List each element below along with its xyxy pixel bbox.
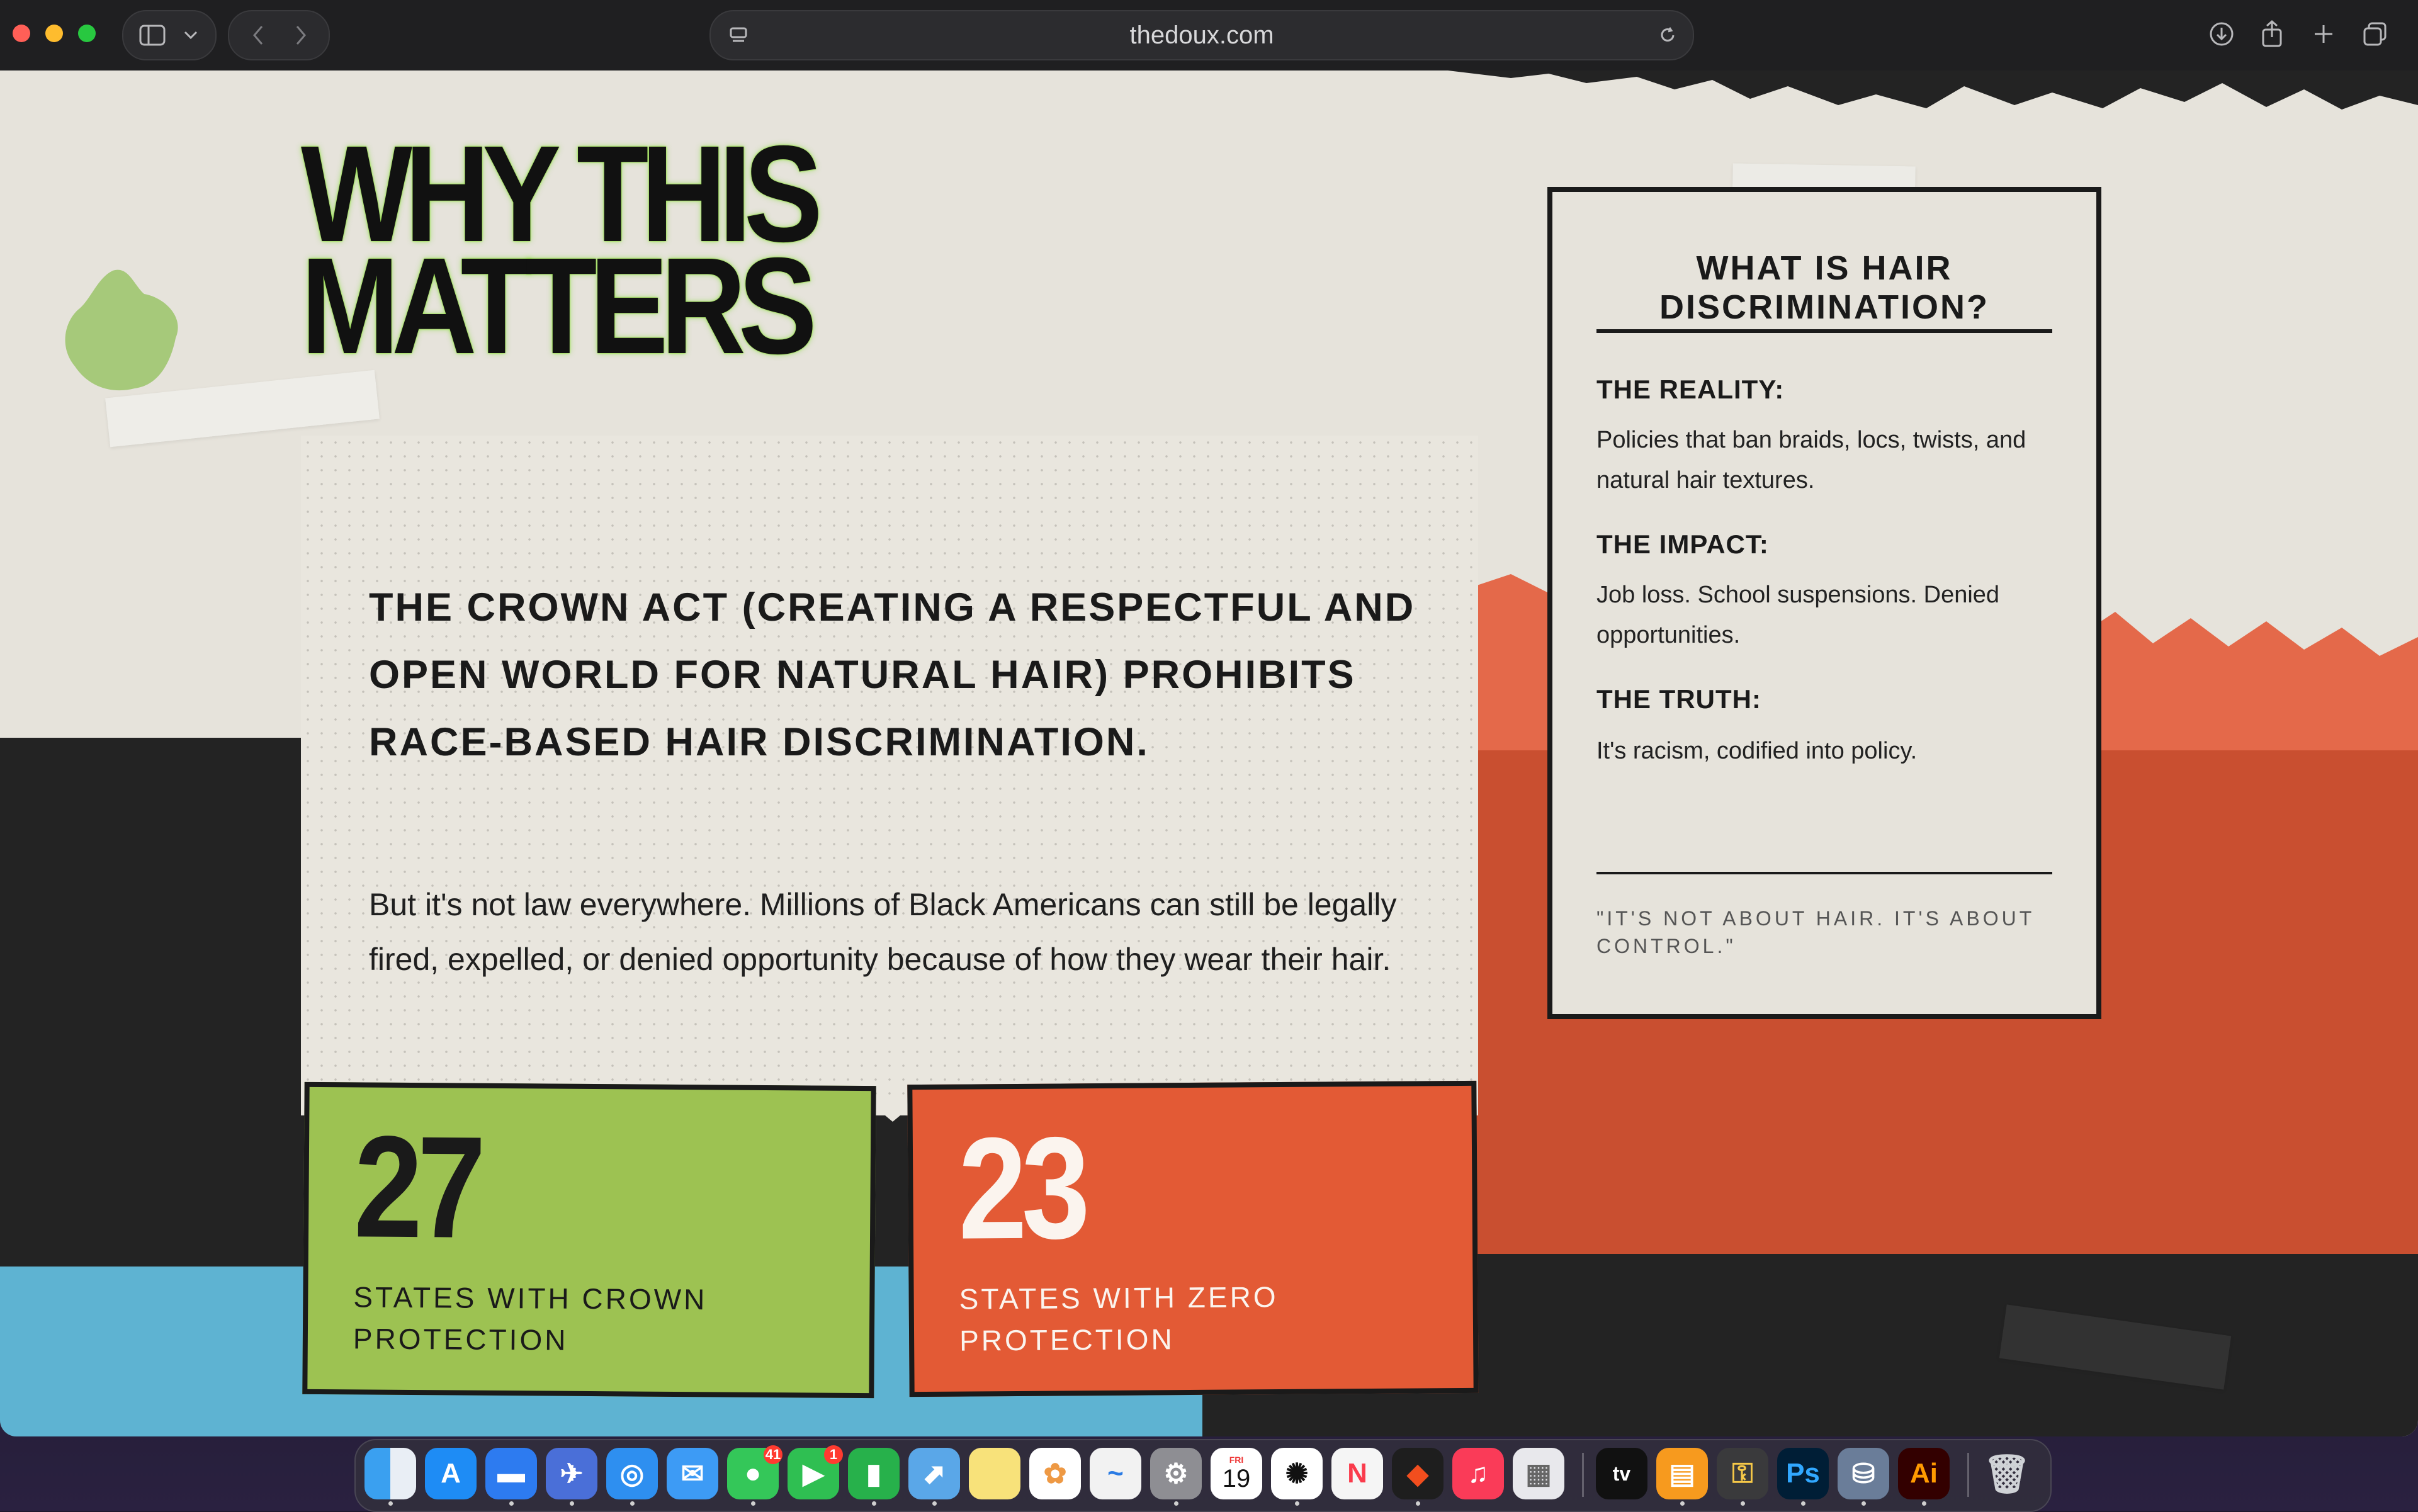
app-store-icon[interactable]: A bbox=[425, 1448, 477, 1499]
reality-label: THE REALITY: bbox=[1596, 375, 1785, 404]
impact-text: Job loss. School suspensions. Denied opp… bbox=[1596, 582, 2000, 648]
page-title-text: WHY THIS MATTERS bbox=[301, 118, 823, 383]
notes-icon[interactable] bbox=[969, 1448, 1020, 1499]
close-window-button[interactable] bbox=[13, 25, 30, 42]
truth-text: It's racism, codified into policy. bbox=[1596, 738, 1918, 764]
photoshop-label: Ps bbox=[1786, 1458, 1820, 1489]
divider bbox=[1596, 329, 2052, 333]
browser-toolbar: thedoux.com bbox=[0, 0, 2418, 71]
calendar-day: FRI bbox=[1229, 1455, 1244, 1465]
info-box-quote: "IT'S NOT ABOUT HAIR. IT'S ABOUT CONTROL… bbox=[1596, 907, 2035, 957]
books-icon[interactable]: ▤ bbox=[1656, 1448, 1708, 1506]
new-tab-plus-icon[interactable] bbox=[2300, 10, 2347, 58]
mail-icon[interactable]: ✉ bbox=[667, 1448, 718, 1499]
apple-tv-icon[interactable]: tv bbox=[1596, 1448, 1647, 1499]
reload-icon[interactable] bbox=[1649, 11, 1686, 59]
numbers-icon[interactable]: ▮ bbox=[848, 1448, 900, 1506]
apple-tv-label: tv bbox=[1612, 1462, 1631, 1485]
crown-act-body: But it's not law everywhere. Millions of… bbox=[369, 887, 1397, 977]
freeform-icon[interactable]: ~ bbox=[1090, 1448, 1141, 1499]
torn-paper-edge-top bbox=[1070, 71, 2418, 110]
truth-label: THE TRUTH: bbox=[1596, 684, 1761, 714]
disk-utility-icon[interactable]: ⛁ bbox=[1838, 1448, 1889, 1506]
chevron-down-icon[interactable] bbox=[175, 11, 206, 59]
stat-label: STATES WITH CROWN PROTECTION bbox=[353, 1280, 708, 1357]
divider bbox=[1596, 872, 2052, 874]
news-icon[interactable]: N bbox=[1331, 1448, 1383, 1499]
calendar-date: 19 bbox=[1222, 1465, 1251, 1492]
back-arrow-icon[interactable] bbox=[238, 11, 278, 59]
system-settings-icon[interactable]: ⚙ bbox=[1150, 1448, 1202, 1506]
stat-value: 27 bbox=[353, 1105, 481, 1268]
reality-text: Policies that ban braids, locs, twists, … bbox=[1596, 427, 2026, 494]
info-box-title: WHAT IS HAIR DISCRIMINATION? bbox=[1659, 249, 1989, 326]
maps-icon[interactable]: ⬈ bbox=[908, 1448, 960, 1506]
stat-card-unprotected: 23 STATES WITH ZERO PROTECTION bbox=[907, 1080, 1479, 1397]
illustrator-icon[interactable]: Ai bbox=[1898, 1448, 1950, 1506]
stat-value: 23 bbox=[958, 1107, 1085, 1270]
music-icon[interactable]: ♫ bbox=[1452, 1448, 1504, 1499]
dock: A ▬ ✈ ◎ ✉ ● 41 ▶ 1 ▮ ⬈ ✿ ~ ⚙ FRI 19 ✺ N ◆ … bbox=[354, 1439, 2052, 1512]
messages-icon[interactable]: ● 41 bbox=[727, 1445, 782, 1506]
facetime-icon[interactable]: ▶ 1 bbox=[788, 1445, 843, 1499]
dock-separator bbox=[1582, 1453, 1584, 1497]
facetime-badge: 1 bbox=[824, 1445, 843, 1464]
sidebar-icon[interactable] bbox=[132, 11, 172, 59]
page-title: WHY THIS MATTERS bbox=[301, 126, 823, 375]
browser-window: thedoux.com WHY THIS MATTERS THE CROWN A… bbox=[0, 0, 2418, 1436]
photoshop-icon[interactable]: Ps bbox=[1777, 1448, 1829, 1506]
calendar-icon[interactable]: FRI 19 bbox=[1211, 1448, 1262, 1499]
messages-badge: 41 bbox=[764, 1445, 782, 1464]
figma-icon[interactable]: ◆ bbox=[1392, 1448, 1443, 1506]
address-bar[interactable]: thedoux.com bbox=[709, 10, 1694, 60]
hair-discrimination-info-box: WHAT IS HAIR DISCRIMINATION? THE REALITY… bbox=[1547, 187, 2101, 1019]
maximize-window-button[interactable] bbox=[78, 25, 96, 42]
sidebar-toggle-group bbox=[122, 10, 217, 60]
tab-overview-icon[interactable] bbox=[2352, 10, 2398, 58]
chatgpt-icon[interactable]: ✺ bbox=[1271, 1448, 1323, 1506]
mail-send-icon[interactable]: ✈ bbox=[546, 1448, 597, 1506]
forward-arrow-icon[interactable] bbox=[281, 11, 321, 59]
photos-icon[interactable]: ✿ bbox=[1029, 1448, 1081, 1499]
web-page: WHY THIS MATTERS THE CROWN ACT (CREATING … bbox=[0, 71, 2418, 1436]
stat-label: STATES WITH ZERO PROTECTION bbox=[959, 1280, 1279, 1357]
trash-icon[interactable]: 🗑 bbox=[1981, 1448, 2033, 1499]
keynote-icon[interactable]: ▬ bbox=[485, 1448, 537, 1506]
keychain-icon[interactable]: ⚿ bbox=[1717, 1448, 1768, 1506]
stat-card-protected: 27 STATES WITH CROWN PROTECTION bbox=[302, 1081, 876, 1399]
green-paint-blob bbox=[65, 269, 178, 391]
dock-separator bbox=[1967, 1453, 1969, 1497]
minimize-window-button[interactable] bbox=[45, 25, 63, 42]
launchpad-icon[interactable]: ▦ bbox=[1513, 1448, 1564, 1499]
url-text: thedoux.com bbox=[1129, 21, 1274, 49]
impact-label: THE IMPACT: bbox=[1596, 529, 1769, 559]
share-icon[interactable] bbox=[2249, 10, 2295, 58]
finder-icon[interactable] bbox=[364, 1448, 416, 1506]
safari-icon[interactable]: ◎ bbox=[606, 1448, 658, 1506]
navigation-group bbox=[228, 10, 330, 60]
crown-act-heading: THE CROWN ACT (CREATING A RESPECTFUL AND… bbox=[369, 585, 1416, 764]
illustrator-label: Ai bbox=[1910, 1458, 1938, 1489]
downloads-icon[interactable] bbox=[2198, 10, 2245, 58]
